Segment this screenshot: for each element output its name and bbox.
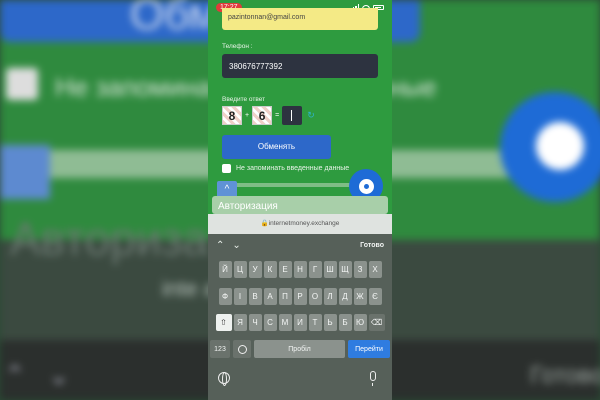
key[interactable]: О (308, 288, 322, 305)
bg-auth-text: Авториза (10, 213, 209, 265)
key[interactable]: Ф (218, 288, 232, 305)
captcha-label: Введите ответ (222, 96, 266, 103)
remember-option[interactable]: Не запоминать введенные данные (222, 164, 349, 173)
key[interactable]: Д (338, 288, 352, 305)
refresh-icon[interactable]: ↻ (307, 110, 315, 121)
chevron-up-icon: ^ (224, 184, 230, 195)
key[interactable]: Ч (248, 314, 262, 331)
key[interactable]: Х (368, 261, 382, 278)
key[interactable]: Й (218, 261, 232, 278)
url-bar[interactable]: 🔒internetmoney.exchange (208, 214, 392, 234)
remember-label: Не запоминать введенные данные (236, 165, 350, 172)
key[interactable]: С (263, 314, 277, 331)
key-row-bottom: 123 Пробіл Перейти (208, 340, 392, 358)
lock-icon: 🔒 (260, 220, 269, 227)
captcha-equals: = (275, 112, 280, 119)
key[interactable]: З (353, 261, 367, 278)
bg-checkbox (6, 68, 38, 100)
key-row-3-letters: ЯЧСМИТЬБЮ (233, 314, 367, 331)
done-button[interactable]: Готово (360, 242, 384, 249)
key[interactable]: Л (323, 288, 337, 305)
key[interactable]: Б (338, 314, 352, 331)
key[interactable]: И (293, 314, 307, 331)
keyboard: ⌃ ⌄ Готово ЙЦУКЕНГШЩЗХ ФІВАПРОЛДЖЄ ⇧ ЯЧС… (208, 234, 392, 400)
emoji-icon (237, 344, 247, 354)
key[interactable]: Ю (353, 314, 367, 331)
captcha-plus: + (245, 112, 250, 119)
backspace-key[interactable]: ⌫ (368, 314, 385, 331)
remember-checkbox[interactable] (222, 164, 231, 173)
key[interactable]: Ш (323, 261, 337, 278)
key[interactable]: У (248, 261, 262, 278)
key[interactable]: К (263, 261, 277, 278)
captcha: 8 + 6 = ↻ (222, 106, 315, 125)
keyboard-toolbar: ⌃ ⌄ Готово (208, 234, 392, 256)
microphone-icon[interactable] (370, 371, 376, 386)
key-row-2: ФІВАПРОЛДЖЄ (208, 288, 392, 305)
key[interactable]: Е (278, 261, 292, 278)
exchange-button[interactable]: Обменять (222, 135, 331, 159)
key-row-1: ЙЦУКЕНГШЩЗХ (208, 261, 392, 278)
phone-screen: 17:27 pazintonnan@gmail.com Телефон : 38… (208, 0, 392, 400)
screen: Обмен Не запомина веденные данные Автори… (0, 0, 600, 400)
shift-key[interactable]: ⇧ (215, 314, 232, 331)
space-key[interactable]: Пробіл (254, 340, 345, 358)
key[interactable]: М (278, 314, 292, 331)
bg-done-text: Готово (530, 362, 600, 389)
captcha-answer-input[interactable] (282, 106, 303, 125)
numbers-key[interactable]: 123 (210, 340, 230, 358)
key[interactable]: Я (233, 314, 247, 331)
phone-label: Телефон : (222, 43, 253, 50)
key[interactable]: Р (293, 288, 307, 305)
url-text: internetmoney.exchange (268, 220, 340, 227)
key[interactable]: Т (308, 314, 322, 331)
previous-field-icon[interactable]: ⌃ (216, 240, 224, 251)
key-row-3: ⇧ ЯЧСМИТЬБЮ ⌫ (208, 314, 392, 331)
key[interactable]: Щ (338, 261, 352, 278)
email-field[interactable]: pazintonnan@gmail.com (222, 8, 378, 30)
bg-chevron-up-icon: ⌃ (4, 360, 26, 390)
key[interactable]: І (233, 288, 247, 305)
key[interactable]: Ь (323, 314, 337, 331)
captcha-digit-a: 8 (222, 106, 242, 125)
chat-icon (358, 178, 374, 194)
globe-icon[interactable] (218, 372, 230, 386)
bg-chat-bubble-icon (500, 92, 600, 202)
next-field-icon[interactable]: ⌄ (232, 240, 240, 251)
key[interactable]: А (263, 288, 277, 305)
key[interactable]: В (248, 288, 262, 305)
key[interactable]: Ж (353, 288, 367, 305)
phone-field[interactable]: 380676777392 (222, 54, 378, 78)
key[interactable]: Ц (233, 261, 247, 278)
bg-chevron-down-icon: ⌄ (48, 360, 70, 390)
bg-up-arrow (0, 145, 50, 199)
key[interactable]: Є (368, 288, 382, 305)
key[interactable]: Г (308, 261, 322, 278)
auth-section[interactable]: Авторизация (212, 196, 388, 214)
captcha-digit-b: 6 (252, 106, 273, 125)
key[interactable]: П (278, 288, 292, 305)
key[interactable]: Н (293, 261, 307, 278)
go-key[interactable]: Перейти (348, 340, 390, 358)
emoji-key[interactable] (233, 340, 251, 358)
auth-label: Авторизация (218, 201, 278, 212)
